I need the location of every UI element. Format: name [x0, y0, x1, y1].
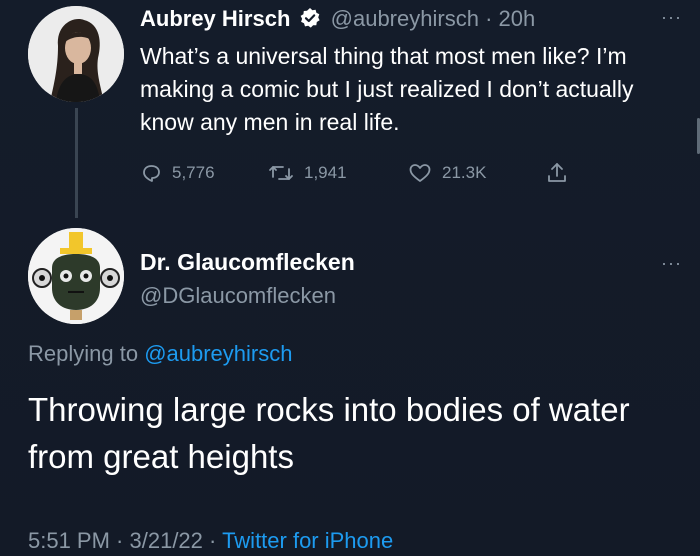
- more-options-icon[interactable]: ···: [661, 8, 682, 26]
- retweet-icon: [268, 162, 294, 184]
- replying-to-link[interactable]: @aubreyhirsch: [144, 341, 292, 366]
- tweet1-text: What’s a universal thing that most men l…: [140, 43, 634, 135]
- replying-prefix: Replying to: [28, 341, 145, 366]
- tweet1-header: Aubrey Hirsch @aubreyhirsch · 20h: [140, 6, 535, 35]
- tweet1-action-bar: 5,776 1,941 21.3K: [140, 158, 568, 188]
- author-handle[interactable]: @aubreyhirsch: [331, 6, 479, 31]
- author-name[interactable]: Aubrey Hirsch: [140, 6, 290, 31]
- replying-to-line: Replying to @aubreyhirsch: [28, 340, 292, 368]
- avatar-aubrey-hirsch[interactable]: [28, 6, 124, 102]
- tweet-date[interactable]: 3/21/22: [130, 528, 203, 553]
- meta-separator: ·: [109, 528, 130, 553]
- verified-badge-icon: [299, 7, 321, 35]
- thread-connector-line: [75, 108, 78, 218]
- share-icon: [546, 161, 568, 185]
- retweet-button[interactable]: 1,941: [268, 162, 408, 184]
- heart-icon: [408, 162, 432, 184]
- tweet2-metadata: 5:51 PM · 3/21/22 · Twitter for iPhone: [28, 526, 393, 556]
- tweet-time[interactable]: 20h: [499, 6, 536, 31]
- more-options-icon[interactable]: ···: [661, 254, 682, 272]
- time-separator: ·: [485, 6, 493, 31]
- avatar-dr-glaucomflecken[interactable]: [28, 228, 124, 324]
- reply-button[interactable]: 5,776: [140, 162, 268, 184]
- share-button[interactable]: [546, 161, 568, 185]
- meta-separator: ·: [202, 528, 223, 553]
- tweet-source-link[interactable]: Twitter for iPhone: [222, 528, 393, 553]
- like-button[interactable]: 21.3K: [408, 162, 546, 184]
- retweet-count: 1,941: [304, 163, 347, 182]
- tweet-thread: Aubrey Hirsch @aubreyhirsch · 20h ··· Wh…: [0, 0, 700, 556]
- author-handle[interactable]: @DGlaucomflecken: [140, 282, 336, 310]
- reply-icon: [140, 162, 162, 184]
- like-count: 21.3K: [442, 163, 487, 182]
- tweet-time[interactable]: 5:51 PM: [28, 528, 110, 553]
- author-name[interactable]: Dr. Glaucomflecken: [140, 248, 355, 276]
- reply-count: 5,776: [172, 163, 215, 182]
- tweet2-text: Throwing large rocks into bodies of wate…: [28, 391, 630, 475]
